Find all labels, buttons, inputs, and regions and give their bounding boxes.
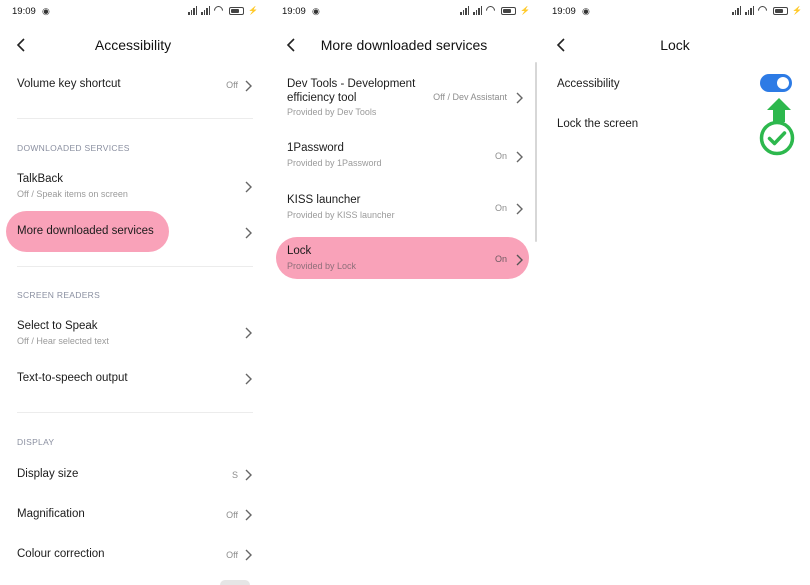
divider xyxy=(17,266,253,267)
alarm-icon: ◉ xyxy=(312,6,320,16)
status-bar: 19:09 ◉ ⚡ xyxy=(0,0,266,24)
chevron-right-icon xyxy=(243,372,253,385)
magnification-row[interactable]: Magnification Off xyxy=(0,500,266,530)
magnification-label: Magnification xyxy=(17,508,85,520)
page-title: More downloaded services xyxy=(320,37,488,53)
service-label: 1Password xyxy=(287,142,344,154)
alarm-icon: ◉ xyxy=(582,6,590,16)
chevron-right-icon xyxy=(243,79,253,92)
more-downloaded-services-row[interactable]: More downloaded services xyxy=(0,213,266,251)
service-subtitle: Provided by 1Password xyxy=(287,158,382,168)
chevron-right-icon xyxy=(514,150,524,163)
page-title: Accessibility xyxy=(94,37,172,53)
accessibility-toggle[interactable] xyxy=(760,74,792,92)
accessibility-screen: 19:09 ◉ ⚡ Accessibility Volume key short… xyxy=(0,0,266,585)
service-value: Off / Dev Assistant xyxy=(433,92,507,102)
volume-key-shortcut-label: Volume key shortcut xyxy=(17,78,121,90)
section-header-display: DISPLAY xyxy=(17,437,55,447)
volume-key-shortcut-row[interactable]: Volume key shortcut Off xyxy=(0,70,266,100)
alarm-icon: ◉ xyxy=(42,6,50,16)
section-header-screen-readers: SCREEN READERS xyxy=(17,290,101,300)
divider xyxy=(17,118,253,119)
wifi-icon xyxy=(758,6,769,15)
select-to-speak-row[interactable]: Select to Speak Off / Hear selected text xyxy=(0,315,266,351)
service-value: On xyxy=(494,254,507,264)
service-subtitle: Provided by Dev Tools xyxy=(287,107,377,117)
header: Accessibility xyxy=(0,30,266,60)
service-subtitle: Provided by Lock xyxy=(287,261,357,271)
volume-key-shortcut-value: Off xyxy=(226,80,238,90)
talkback-label: TalkBack xyxy=(17,173,64,185)
talkback-row[interactable]: TalkBack Off / Speak items on screen xyxy=(0,168,266,204)
service-label: KISS launcher xyxy=(287,194,361,206)
lock-screen: 19:09 ◉ ⚡ Lock Accessibility Lock the sc… xyxy=(540,0,810,585)
signal-icon-2 xyxy=(473,6,483,15)
signal-icon xyxy=(732,6,742,15)
signal-icon xyxy=(460,6,470,15)
service-value: On xyxy=(494,203,507,213)
chevron-right-icon xyxy=(514,202,524,215)
chevron-right-icon xyxy=(243,468,253,481)
text-to-speech-label: Text-to-speech output xyxy=(17,372,128,384)
display-size-label: Display size xyxy=(17,468,79,480)
signal-icon xyxy=(188,6,198,15)
chevron-right-icon xyxy=(243,508,253,521)
chevron-right-icon xyxy=(514,253,524,266)
text-to-speech-row[interactable]: Text-to-speech output xyxy=(0,364,266,394)
battery-icon xyxy=(501,6,517,15)
green-checkmark-icon xyxy=(759,120,795,156)
service-row-dev-tools[interactable]: Dev Tools - Development efficiency tool … xyxy=(270,76,538,120)
chevron-right-icon xyxy=(243,226,253,239)
signal-icon-2 xyxy=(745,6,755,15)
chevron-right-icon xyxy=(243,326,253,339)
talkback-subtitle: Off / Speak items on screen xyxy=(17,189,128,199)
service-label: Lock xyxy=(287,245,312,257)
page-title: Lock xyxy=(660,37,690,53)
colour-correction-row[interactable]: Colour correction Off xyxy=(0,540,266,570)
status-bar: 19:09 ◉ ⚡ xyxy=(270,0,538,24)
more-downloaded-services-label: More downloaded services xyxy=(17,225,154,237)
wifi-icon xyxy=(214,6,225,15)
more-downloaded-services-screen: 19:09 ◉ ⚡ More downloaded services Dev T… xyxy=(270,0,538,585)
chevron-right-icon xyxy=(514,91,524,104)
display-size-row[interactable]: Display size S xyxy=(0,460,266,490)
accessibility-label: Accessibility xyxy=(557,78,620,90)
status-time: 19:09 xyxy=(282,6,306,17)
service-row-1password[interactable]: 1Password Provided by 1Password On xyxy=(270,141,538,173)
battery-icon xyxy=(773,6,789,15)
status-time: 19:09 xyxy=(12,6,36,17)
service-label: Dev Tools - Development efficiency tool xyxy=(287,78,416,104)
signal-icon-2 xyxy=(201,6,211,15)
chevron-right-icon xyxy=(243,180,253,193)
header: More downloaded services xyxy=(270,30,538,60)
lock-the-screen-label: Lock the screen xyxy=(557,118,639,130)
service-value: On xyxy=(494,151,507,161)
status-time: 19:09 xyxy=(552,6,576,17)
charging-icon: ⚡ xyxy=(792,6,802,15)
section-header-downloaded-services: DOWNLOADED SERVICES xyxy=(17,143,130,153)
select-to-speak-subtitle: Off / Hear selected text xyxy=(17,336,109,346)
select-to-speak-label: Select to Speak xyxy=(17,320,98,332)
service-subtitle: Provided by KISS launcher xyxy=(287,210,395,220)
chevron-right-icon xyxy=(243,548,253,561)
status-bar: 19:09 ◉ ⚡ xyxy=(540,0,810,24)
header: Lock xyxy=(540,30,810,60)
service-row-lock[interactable]: Lock Provided by Lock On xyxy=(270,244,538,276)
battery-icon xyxy=(229,6,245,15)
display-size-value: S xyxy=(231,470,238,480)
colour-correction-value: Off xyxy=(226,550,238,560)
charging-icon: ⚡ xyxy=(520,6,530,15)
divider xyxy=(17,412,253,413)
colour-correction-label: Colour correction xyxy=(17,548,105,560)
wifi-icon xyxy=(486,6,497,15)
charging-icon: ⚡ xyxy=(248,6,258,15)
service-row-kiss-launcher[interactable]: KISS launcher Provided by KISS launcher … xyxy=(270,193,538,225)
partial-toggle xyxy=(220,580,250,585)
magnification-value: Off xyxy=(226,510,238,520)
